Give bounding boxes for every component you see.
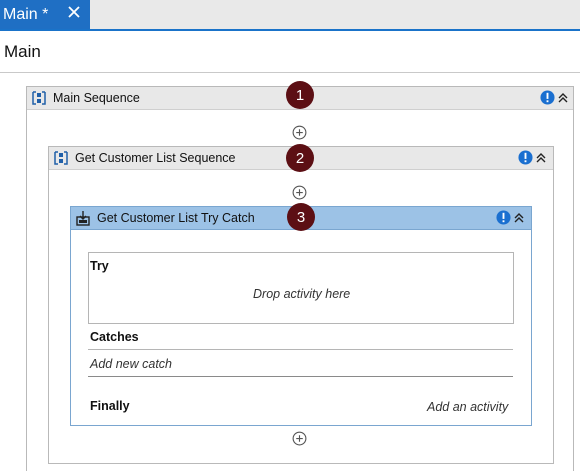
step-badge-3: 3 [287,203,315,231]
document-tab-bar: Main * [0,0,580,31]
try-label: Try [90,259,109,273]
try-catch-icon [76,211,90,226]
step-badge-2: 2 [286,144,314,172]
catches-label: Catches [90,330,139,344]
add-activity-icon[interactable] [292,185,307,200]
main-sequence-title: Main Sequence [53,91,140,105]
try-catch-title: Get Customer List Try Catch [97,211,255,225]
close-icon[interactable] [66,4,82,20]
tab-label: Main * [3,5,49,23]
collapse-icon[interactable] [557,92,569,104]
catches-bottom-divider [88,376,513,377]
finally-label: Finally [90,399,130,413]
warning-icon[interactable] [496,210,511,225]
add-an-activity-link[interactable]: Add an activity [427,400,508,414]
add-new-catch-link[interactable]: Add new catch [90,357,172,371]
collapse-icon[interactable] [535,152,547,164]
drop-activity-hint[interactable]: Drop activity here [253,287,350,301]
title-divider [0,72,580,73]
page-title: Main [4,42,41,61]
add-activity-icon[interactable] [292,431,307,446]
catches-divider [88,349,513,350]
warning-icon[interactable] [518,150,533,165]
warning-icon[interactable] [540,90,555,105]
tab-main[interactable]: Main * [0,0,90,29]
add-activity-icon[interactable] [292,125,307,140]
collapse-icon[interactable] [513,212,525,224]
sequence-icon [54,151,68,165]
step-badge-1: 1 [286,81,314,109]
customer-sequence-title: Get Customer List Sequence [75,151,236,165]
sequence-icon [32,91,46,105]
